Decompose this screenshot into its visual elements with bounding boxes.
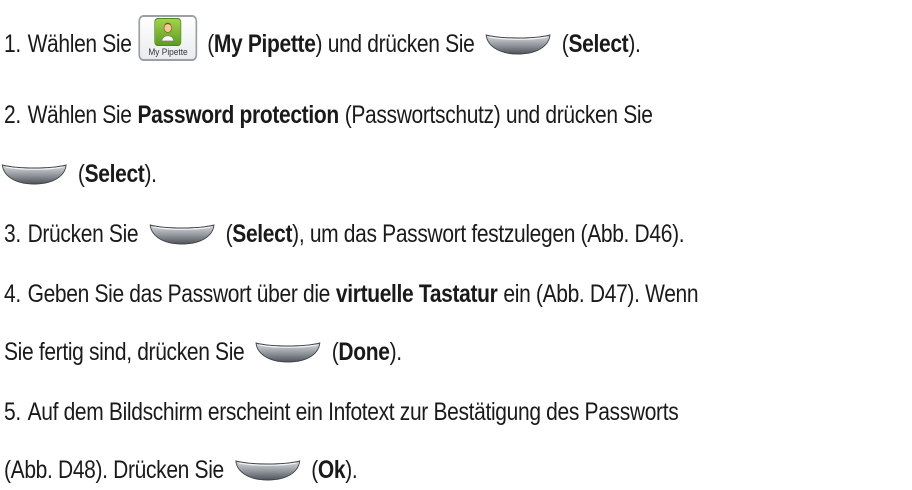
ui-term: virtuelle Tastatur	[335, 279, 498, 308]
step-text: (Passwortschutz) und drücken Sie	[344, 100, 653, 129]
step-number: 5.	[4, 397, 21, 426]
step-number: 2.	[4, 100, 21, 129]
ui-term: Select	[232, 219, 293, 248]
ui-term: Password protection	[137, 100, 339, 129]
step-text: Geben Sie das Passwort über die	[27, 279, 331, 308]
app-icon-label: My Pipette	[148, 47, 188, 57]
step-text: ), um das Passwort festzulegen (Abb. D46…	[292, 219, 685, 248]
paren: ).	[628, 29, 641, 58]
paren: (	[77, 159, 85, 188]
step-text: ) und drücken Sie	[315, 29, 475, 58]
instruction-page: 1. Wählen Sie My Pipette (My Pipette) un…	[0, 0, 912, 484]
ui-term: Ok	[317, 455, 346, 484]
step-text: Sie fertig sind, drücken Sie	[4, 337, 245, 366]
paren: (	[311, 455, 318, 484]
ui-term: Done	[338, 337, 390, 366]
step-text: Wählen Sie	[27, 100, 132, 129]
ui-term: Select	[568, 29, 629, 58]
paren: (	[225, 219, 233, 248]
step-number: 3.	[4, 219, 21, 248]
step-text: ein (Abb. D47). Wenn	[503, 279, 699, 308]
softkey-button-icon	[148, 222, 215, 246]
step-text: Drücken Sie	[27, 219, 139, 248]
step-5-continued: (Abb. D48). Drücken Sie (Ok).	[4, 450, 358, 490]
step-4: 4. Geben Sie das Passwort über die virtue…	[4, 274, 699, 314]
step-5: 5. Auf dem Bildschirm erscheint ein Info…	[4, 392, 679, 432]
person-icon	[154, 18, 182, 46]
paren: (	[207, 29, 214, 58]
step-number: 1.	[4, 29, 21, 58]
step-number: 4.	[4, 279, 21, 308]
step-text: Auf dem Bildschirm erscheint ein Infotex…	[27, 397, 679, 426]
step-1: 1. Wählen Sie My Pipette (My Pipette) un…	[4, 15, 641, 64]
paren: ).	[144, 159, 157, 188]
ui-term: My Pipette	[213, 29, 316, 58]
softkey-button-icon	[1, 162, 68, 186]
step-3: 3. Drücken Sie (Select), um das Passwort…	[4, 214, 685, 254]
paren: ).	[345, 455, 358, 484]
step-2-continued: (Select).	[1, 154, 157, 194]
paren: ).	[389, 337, 403, 366]
my-pipette-app-icon: My Pipette	[138, 15, 198, 61]
softkey-button-icon	[234, 458, 301, 482]
softkey-button-icon	[485, 32, 552, 56]
step-4-continued: Sie fertig sind, drücken Sie (Done).	[4, 332, 402, 372]
step-text: Wählen Sie	[27, 29, 132, 58]
step-2: 2. Wählen Sie Password protection (Passwor…	[4, 95, 653, 135]
paren: (	[561, 29, 569, 58]
softkey-button-icon	[254, 340, 321, 364]
paren: (	[331, 337, 339, 366]
step-text: (Abb. D48). Drücken Sie	[4, 455, 224, 484]
ui-term: Select	[84, 159, 145, 188]
